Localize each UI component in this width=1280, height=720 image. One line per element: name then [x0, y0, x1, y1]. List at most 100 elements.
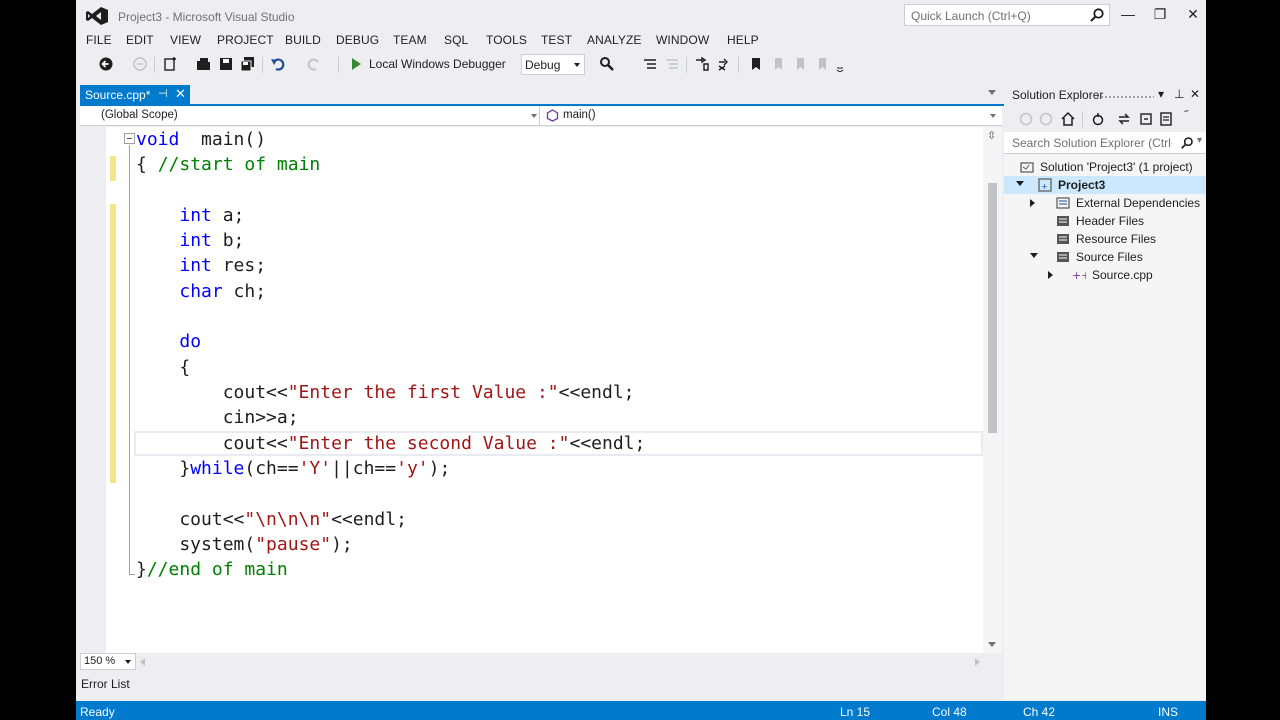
menu-edit[interactable]: EDIT: [126, 33, 154, 47]
tree-item[interactable]: ++ Source.cpp: [1004, 266, 1206, 284]
menu-debug[interactable]: DEBUG: [336, 33, 379, 47]
next-bookmark-icon[interactable]: [792, 56, 808, 72]
drag-grip[interactable]: [1096, 95, 1154, 99]
toolbar-overflow-icon[interactable]: ˝: [1184, 108, 1188, 122]
scroll-left-icon[interactable]: [140, 658, 145, 666]
scroll-right-icon[interactable]: [975, 658, 980, 666]
member-dropdown[interactable]: main(): [542, 106, 1002, 125]
tree-item[interactable]: Header Files: [1004, 212, 1206, 230]
split-window-icon[interactable]: ⇳: [987, 129, 996, 142]
previous-bookmark-icon[interactable]: [770, 56, 786, 72]
comment-lines-icon[interactable]: [642, 56, 658, 72]
tab-list-dropdown-icon[interactable]: [988, 90, 996, 95]
code-line[interactable]: }//end of main: [136, 557, 288, 582]
save-icon[interactable]: [218, 56, 234, 72]
code-token: cout<<: [136, 382, 288, 403]
code-line[interactable]: char ch;: [136, 279, 266, 304]
step-over-icon[interactable]: [716, 56, 732, 72]
code-line[interactable]: { //start of main: [136, 152, 320, 177]
menu-tools[interactable]: TOOLS: [486, 33, 527, 47]
code-token: cout<<: [136, 509, 245, 530]
close-window-button[interactable]: ✕: [1183, 5, 1203, 23]
properties-icon[interactable]: [1158, 111, 1174, 127]
menu-file[interactable]: FILE: [86, 33, 112, 47]
navigate-forward-icon[interactable]: [132, 56, 148, 72]
scrollbar-thumb[interactable]: [988, 183, 997, 433]
vertical-scrollbar[interactable]: ⇳: [983, 127, 1002, 653]
code-line[interactable]: cout<<"Enter the first Value :"<<endl;: [136, 380, 635, 405]
undo-icon[interactable]: [270, 56, 286, 72]
bookmark-icon[interactable]: [748, 56, 764, 72]
navigate-back-icon[interactable]: [98, 56, 114, 72]
search-icon[interactable]: [1180, 136, 1194, 150]
menu-build[interactable]: BUILD: [285, 33, 321, 47]
code-line[interactable]: cin>>a;: [136, 405, 299, 430]
tree-item[interactable]: Source Files: [1004, 248, 1206, 266]
pending-changes-icon[interactable]: [1090, 111, 1106, 127]
toolbar-overflow-icon[interactable]: [832, 56, 848, 72]
menu-test[interactable]: TEST: [541, 33, 572, 47]
menu-analyze[interactable]: ANALYZE: [587, 33, 642, 47]
code-line[interactable]: system("pause");: [136, 532, 352, 557]
menu-project[interactable]: PROJECT: [217, 33, 274, 47]
scope-dropdown[interactable]: (Global Scope): [80, 106, 540, 125]
code-line[interactable]: }while(ch=='Y'||ch=='y');: [136, 456, 450, 481]
code-line[interactable]: cout<<"Enter the second Value :"<<endl;: [136, 431, 646, 456]
code-string: 'y': [396, 458, 429, 479]
quick-launch-input[interactable]: Quick Launch (Ctrl+Q): [904, 4, 1110, 26]
tree-item[interactable]: Resource Files: [1004, 230, 1206, 248]
tab-error-list[interactable]: Error List: [81, 677, 130, 691]
uncomment-lines-icon[interactable]: [664, 56, 680, 72]
code-text[interactable]: void main(){ //start of main int a; int …: [106, 127, 983, 653]
pin-icon[interactable]: ⊣: [158, 87, 168, 100]
expanded-arrow-icon[interactable]: [1030, 253, 1038, 258]
search-options-icon[interactable]: ▾: [1197, 135, 1205, 146]
maximize-button[interactable]: ❐: [1150, 5, 1170, 23]
open-file-icon[interactable]: [196, 56, 212, 72]
menu-view[interactable]: VIEW: [170, 33, 201, 47]
code-line[interactable]: do: [136, 329, 201, 354]
code-editor[interactable]: void main(){ //start of main int a; int …: [80, 127, 983, 653]
solution-explorer-search-input[interactable]: Search Solution Explorer (Ctrl+;) ▾: [1004, 132, 1206, 154]
solution-explorer-panel: Solution Explorer ▾ ⊥ ✕ ˝ Search Solutio…: [1004, 84, 1206, 700]
start-debugger-button[interactable]: Local Windows Debugger: [369, 57, 506, 71]
expanded-arrow-icon[interactable]: [1016, 181, 1024, 186]
code-line[interactable]: void main(): [136, 127, 266, 152]
menu-team[interactable]: TEAM: [393, 33, 427, 47]
code-line[interactable]: int b;: [136, 228, 244, 253]
tree-item[interactable]: External Dependencies: [1004, 194, 1206, 212]
collapsed-arrow-icon[interactable]: [1030, 199, 1035, 207]
collapsed-arrow-icon[interactable]: [1048, 271, 1053, 279]
start-debugging-icon[interactable]: [348, 56, 364, 72]
home-icon[interactable]: [1060, 111, 1076, 127]
collapse-all-icon[interactable]: [1138, 111, 1154, 127]
menu-sql[interactable]: SQL: [444, 33, 468, 47]
save-all-icon[interactable]: [240, 56, 256, 72]
back-icon[interactable]: [1018, 111, 1034, 127]
panel-options-icon[interactable]: ▾: [1158, 87, 1164, 101]
tree-item[interactable]: Solution 'Project3' (1 project): [1004, 158, 1206, 176]
menu-window[interactable]: WINDOW: [656, 33, 709, 47]
close-panel-icon[interactable]: ✕: [1190, 87, 1200, 101]
close-tab-icon[interactable]: ✕: [175, 86, 186, 102]
zoom-dropdown[interactable]: 150 %: [80, 653, 136, 670]
code-line[interactable]: cout<<"\n\n\n"<<endl;: [136, 507, 407, 532]
clear-bookmarks-icon[interactable]: [814, 56, 830, 72]
new-project-icon[interactable]: [162, 56, 178, 72]
auto-hide-pin-icon[interactable]: ⊥: [1174, 87, 1184, 101]
sync-with-document-icon[interactable]: [1116, 111, 1132, 127]
step-into-icon[interactable]: [694, 56, 710, 72]
tab-source-cpp[interactable]: Source.cpp* ⊣ ✕: [80, 85, 190, 105]
search-icon[interactable]: [1089, 7, 1105, 23]
scroll-down-icon[interactable]: [988, 642, 996, 647]
code-line[interactable]: {: [136, 355, 190, 380]
code-line[interactable]: int a;: [136, 203, 244, 228]
redo-icon[interactable]: [306, 56, 322, 72]
forward-icon[interactable]: [1038, 111, 1054, 127]
find-in-files-icon[interactable]: [599, 56, 615, 72]
code-line[interactable]: int res;: [136, 253, 266, 278]
tree-item[interactable]: + Project3: [1004, 176, 1206, 194]
solution-configuration-select[interactable]: Debug: [521, 54, 585, 75]
menu-help[interactable]: HELP: [727, 33, 759, 47]
minimize-button[interactable]: —: [1118, 5, 1138, 23]
